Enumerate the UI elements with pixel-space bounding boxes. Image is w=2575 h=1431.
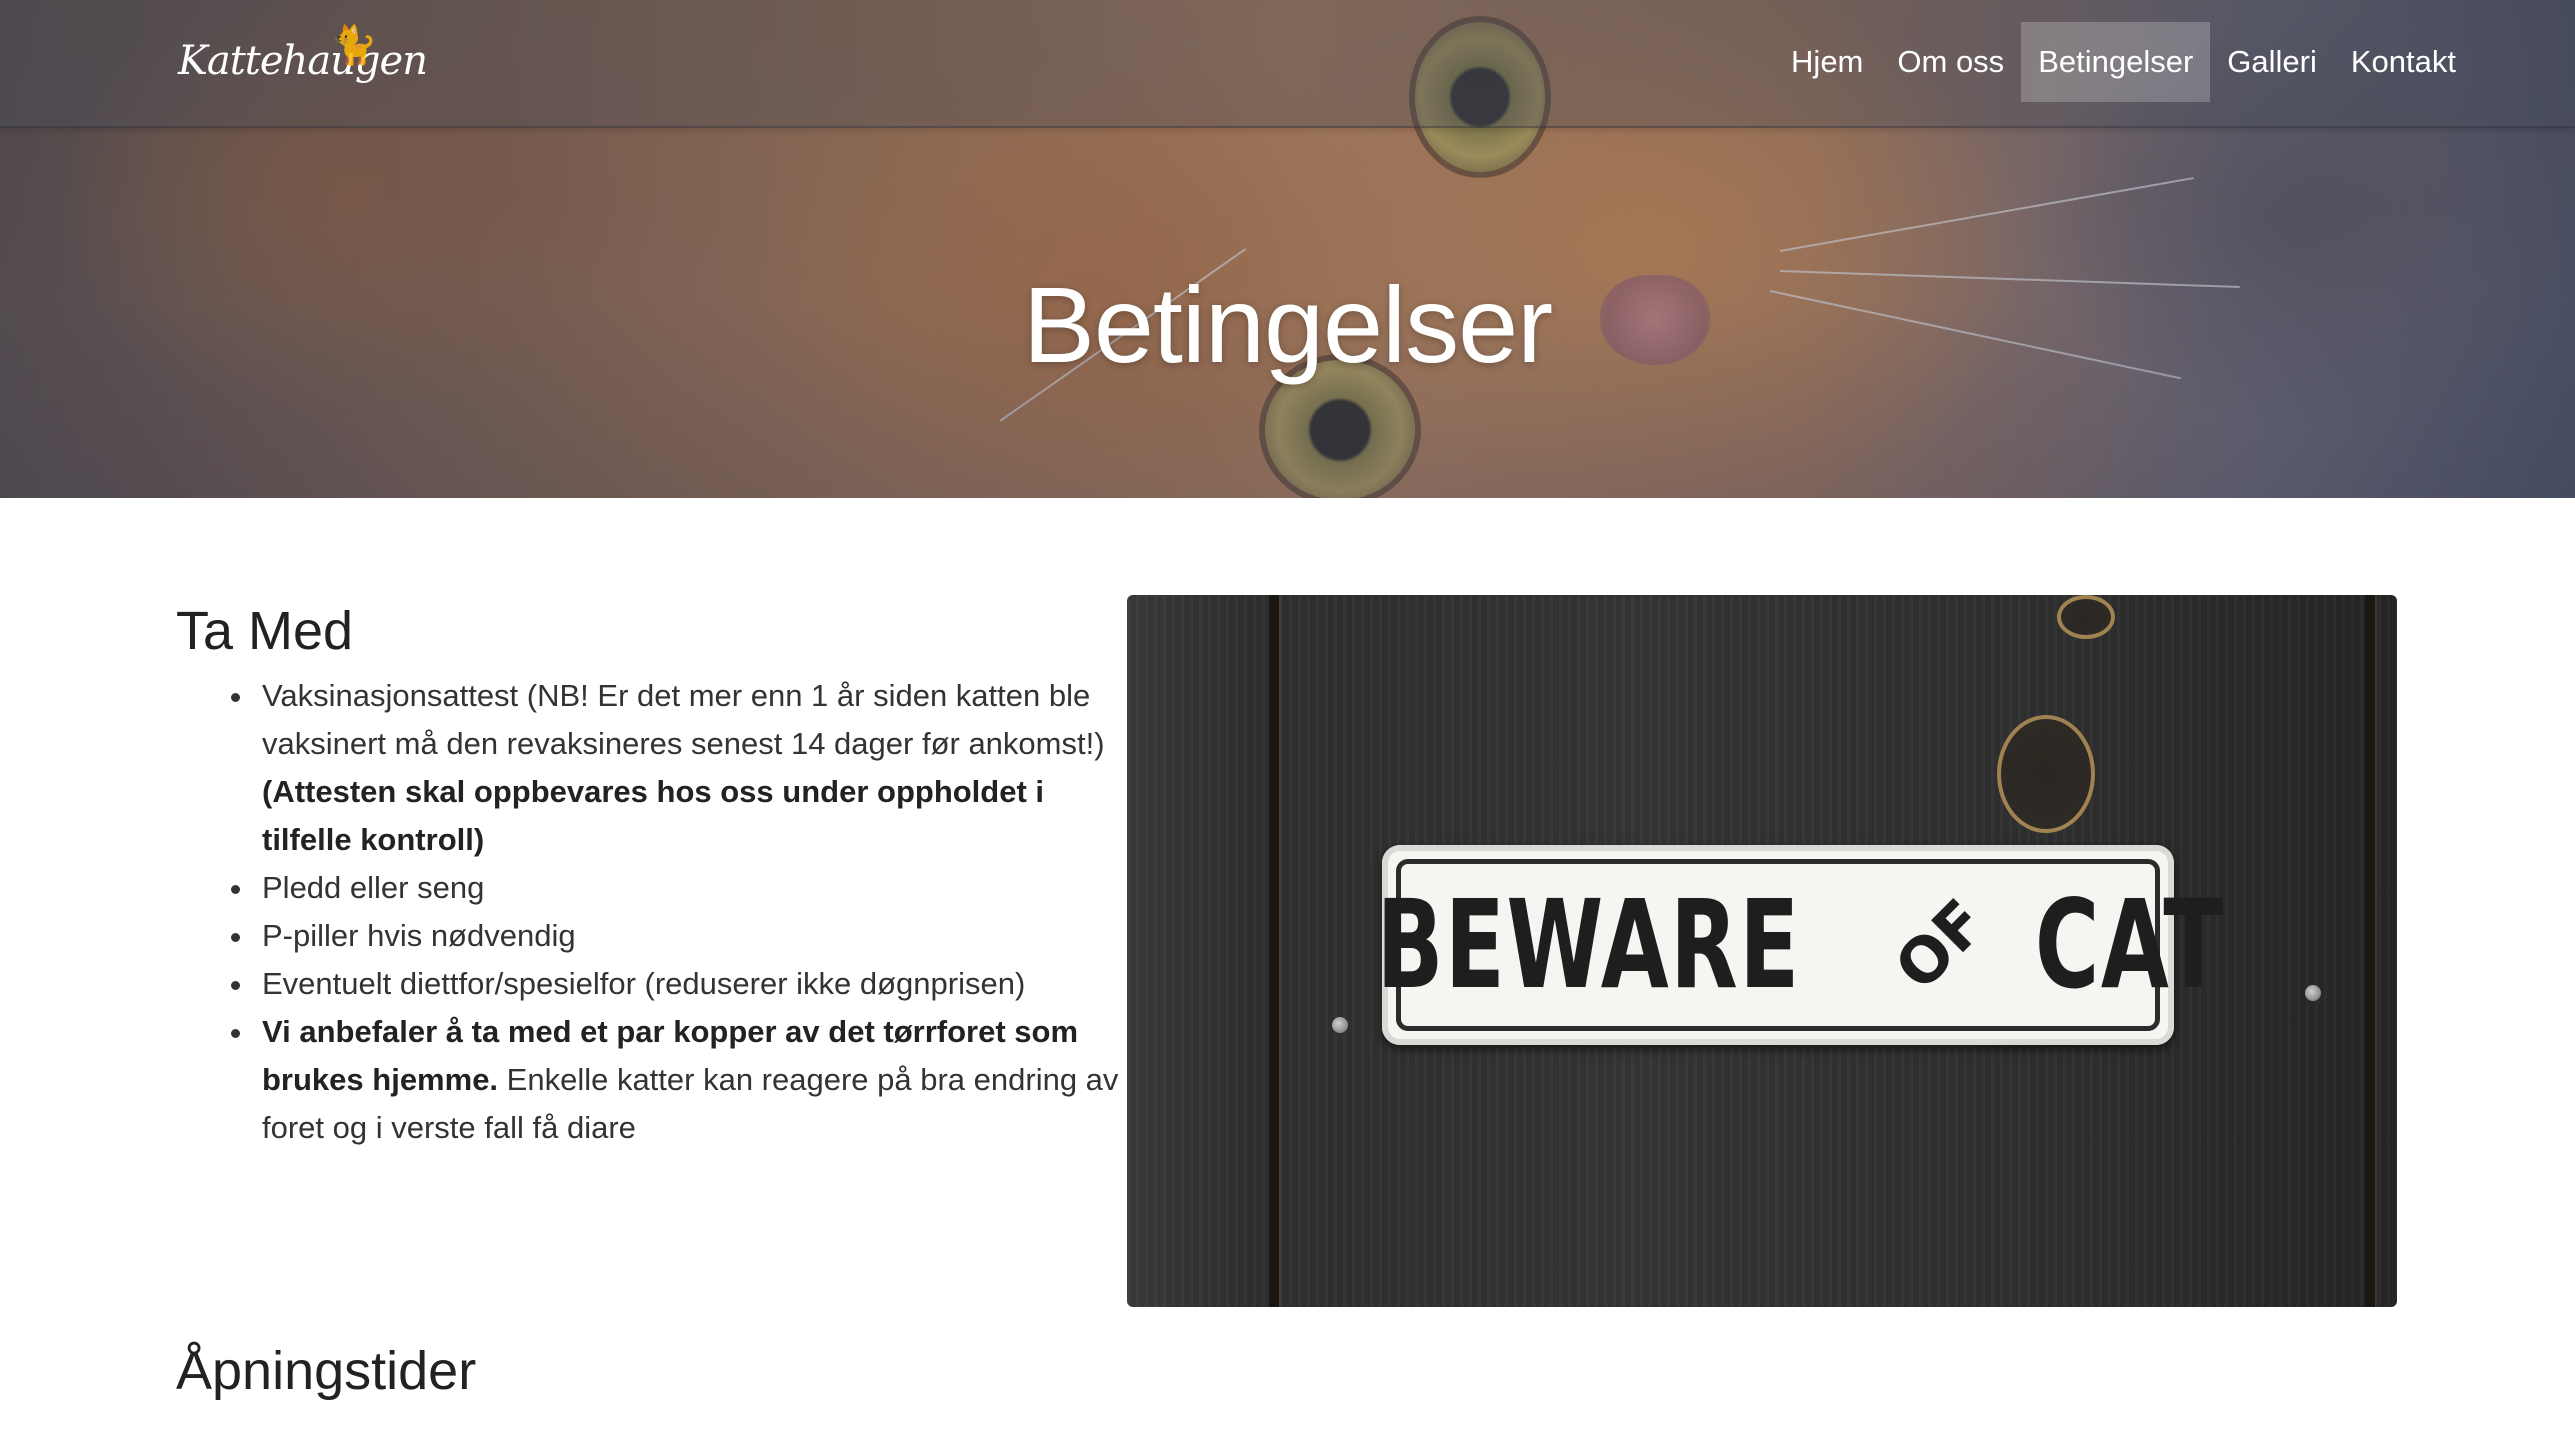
nav-item-om-oss[interactable]: Om oss bbox=[1880, 22, 2021, 102]
brand-logo[interactable]: Kattehaugen bbox=[178, 38, 428, 84]
main-nav: Hjem Om oss Betingelser Galleri Kontakt bbox=[1774, 22, 2473, 102]
list-item: Pledd eller seng bbox=[256, 864, 1136, 912]
cat-silhouette-icon: 🐈 bbox=[330, 25, 378, 67]
section-heading-ta-med: Ta Med bbox=[176, 601, 354, 661]
list-item: P-piller hvis nødvendig bbox=[256, 912, 1136, 960]
list-item-bold: (Attesten skal oppbevares hos oss under … bbox=[262, 774, 1045, 857]
wood-knot bbox=[1997, 715, 2095, 833]
list-item-text: Vaksinasjonsattest (NB! Er det mer enn 1… bbox=[262, 678, 1105, 761]
sign-word-of: OF bbox=[1880, 885, 2000, 1005]
section-heading-apningstider: Åpningstider bbox=[176, 1341, 477, 1401]
screw bbox=[2305, 985, 2321, 1001]
sign-frame: BEWARE OF CAT bbox=[1377, 859, 2224, 1031]
beware-sign: BEWARE OF CAT bbox=[1377, 845, 2224, 1045]
list-item-text: P-piller hvis nødvendig bbox=[262, 918, 576, 953]
plank-gap bbox=[1269, 595, 1279, 1307]
plank-gap bbox=[2365, 595, 2375, 1307]
list-item-text: Pledd eller seng bbox=[262, 870, 485, 905]
list-item: Eventuelt diettfor/spesielfor (reduserer… bbox=[256, 960, 1136, 1008]
wood-knot bbox=[2057, 595, 2115, 639]
nav-item-kontakt[interactable]: Kontakt bbox=[2334, 22, 2473, 102]
nav-item-galleri[interactable]: Galleri bbox=[2210, 22, 2334, 102]
hero-banner: Kattehaugen 🐈 Hjem Om oss Betingelser Ga… bbox=[0, 0, 2575, 498]
screw bbox=[1332, 1017, 1348, 1033]
list-item: Vaksinasjonsattest (NB! Er det mer enn 1… bbox=[256, 672, 1136, 864]
bring-list: Vaksinasjonsattest (NB! Er det mer enn 1… bbox=[218, 672, 1136, 1152]
nav-item-betingelser[interactable]: Betingelser bbox=[2021, 22, 2211, 102]
beware-of-cat-photo: BEWARE OF CAT bbox=[1127, 595, 2397, 1307]
sign-word-beware: BEWARE bbox=[1376, 874, 1801, 1016]
navbar: Kattehaugen 🐈 Hjem Om oss Betingelser Ga… bbox=[0, 0, 2575, 128]
nav-item-hjem[interactable]: Hjem bbox=[1774, 22, 1880, 102]
page-title: Betingelser bbox=[1022, 264, 1553, 386]
list-item-text: Eventuelt diettfor/spesielfor (reduserer… bbox=[262, 966, 1026, 1001]
list-item: Vi anbefaler å ta med et par kopper av d… bbox=[256, 1008, 1136, 1152]
sign-word-cat: CAT bbox=[2035, 874, 2226, 1016]
